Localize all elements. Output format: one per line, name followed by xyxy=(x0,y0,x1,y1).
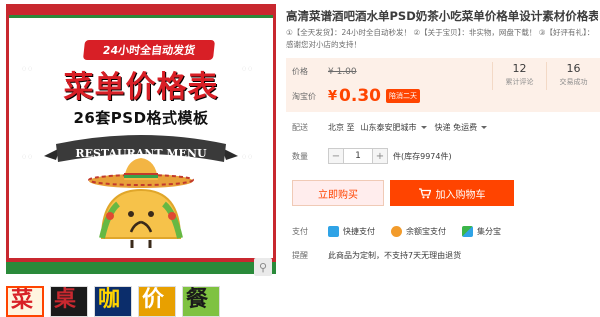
zoom-icon[interactable]: ⚲ xyxy=(254,258,272,276)
promo-badge: 陪消二天 xyxy=(386,89,420,103)
taco-mascot-icon xyxy=(99,188,183,248)
quantity-label: 数量 xyxy=(292,151,308,161)
thumbnail-1[interactable]: 菜 xyxy=(6,286,44,317)
thumbnail-4-glyph: 价 xyxy=(142,287,165,312)
quantity-input[interactable]: 1 xyxy=(344,148,372,164)
chevron-down-icon[interactable] xyxy=(420,126,427,129)
product-detail-panel: 高清菜谱酒吧酒水单PSD奶茶小吃菜单价格单设计素材价格表模板 ①【全天发货】：2… xyxy=(286,0,600,317)
taobao-price-label: 淘宝价 xyxy=(292,91,316,101)
thumbnail-2-glyph: 桌 xyxy=(54,287,77,312)
delivery-row: 配送 北京 至 山东泰安肥城市 快递 免运费 xyxy=(292,122,495,133)
transactions-stat[interactable]: 16 交易成功 xyxy=(546,62,600,90)
transaction-caption: 交易成功 xyxy=(559,78,588,86)
thumbnail-strip: 菜 桌 咖 价 餐 xyxy=(6,286,220,317)
payment-method-label: 快捷支付 xyxy=(343,227,375,236)
payment-method-label: 集分宝 xyxy=(477,227,501,236)
quantity-stepper: − 1 + xyxy=(328,148,388,164)
stock-info: 件(库存9974件) xyxy=(393,151,452,161)
payment-method-jifenbao[interactable]: 集分宝 xyxy=(462,226,501,237)
thumbnail-5[interactable]: 餐 xyxy=(182,286,220,317)
watermark: ◌ ◌ xyxy=(242,154,253,160)
poster-right-border xyxy=(273,4,276,274)
thumbnail-1-glyph: 菜 xyxy=(11,288,34,313)
price-box: 价格 ¥ 1.00 淘宝价 ¥ 0.30 陪消二天 12 累计评论 16 交易成… xyxy=(286,58,600,112)
poster-bottom-border xyxy=(6,258,276,274)
watermark: ◌ ◌ xyxy=(242,66,253,72)
thumbnail-2[interactable]: 桌 xyxy=(50,286,88,317)
delivery-method-select[interactable]: 快递 免运费 xyxy=(435,122,478,133)
main-product-image[interactable]: 24小时全自动发货 菜单价格表 26套PSD格式模板 RESTAURANT ME… xyxy=(6,4,276,274)
image-gallery: 24小时全自动发货 菜单价格表 26套PSD格式模板 RESTAURANT ME… xyxy=(0,0,282,317)
payment-method-quick[interactable]: 快捷支付 xyxy=(328,226,375,237)
thumbnail-4[interactable]: 价 xyxy=(138,286,176,317)
review-count: 12 xyxy=(512,62,527,75)
reminder-text: 此商品为定制，不支持7天无理由退货 xyxy=(328,251,462,260)
quantity-minus-button[interactable]: − xyxy=(328,148,344,164)
original-price: ¥ 1.00 xyxy=(328,66,357,77)
thumbnail-3-glyph: 咖 xyxy=(98,287,121,312)
sales-stats: 12 累计评论 16 交易成功 xyxy=(492,62,600,90)
cart-icon xyxy=(418,187,431,198)
buy-now-button[interactable]: 立即购买 xyxy=(292,180,384,206)
chevron-down-icon[interactable] xyxy=(481,126,488,129)
payment-label: 支付 xyxy=(292,227,308,236)
payment-method-label: 余额宝支付 xyxy=(406,227,446,236)
quantity-plus-button[interactable]: + xyxy=(372,148,388,164)
poster-subheadline: 26套PSD格式模板 xyxy=(73,109,209,127)
taobao-price-row: 淘宝价 ¥ 0.30 陪消二天 xyxy=(292,86,420,106)
poster-top-border xyxy=(6,4,276,18)
add-to-cart-label: 加入购物车 xyxy=(435,189,486,201)
poster-ribbon: 24小时全自动发货 xyxy=(82,40,216,60)
currency-symbol: ¥ xyxy=(328,88,338,104)
review-count-stat[interactable]: 12 累计评论 xyxy=(492,62,546,90)
poster-left-border xyxy=(6,4,9,274)
watermark: ◌ ◌ xyxy=(22,154,33,160)
thumbnail-3[interactable]: 咖 xyxy=(94,286,132,317)
transaction-count: 16 xyxy=(566,62,581,75)
delivery-origin: 北京 至 xyxy=(328,123,355,132)
reminder-label: 提醒 xyxy=(292,251,308,260)
product-description: ①【全天发货】：24小时全自动秒发！ ②【关于宝贝】：非实物，网盘下载！ ③【好… xyxy=(286,28,595,49)
product-title: 高清菜谱酒吧酒水单PSD奶茶小吃菜单价格单设计素材价格表模板 xyxy=(286,9,598,23)
poster-headline: 菜单价格表 xyxy=(63,70,219,105)
quick-pay-icon xyxy=(328,226,339,237)
payment-row: 支付 快捷支付 余额宝支付 集分宝 xyxy=(292,226,517,237)
review-count-caption: 累计评论 xyxy=(505,78,534,86)
price-label: 价格 xyxy=(292,67,308,76)
add-to-cart-button[interactable]: 加入购物车 xyxy=(390,180,514,206)
payment-method-yuebao[interactable]: 余额宝支付 xyxy=(391,226,446,237)
jifenbao-icon xyxy=(462,226,473,237)
current-price: 0.30 xyxy=(339,86,381,106)
yuebao-icon xyxy=(391,226,402,237)
watermark: ◌ ◌ xyxy=(22,66,33,72)
delivery-label: 配送 xyxy=(292,123,308,132)
thumbnail-5-glyph: 餐 xyxy=(186,287,209,312)
quantity-row: 数量 − 1 + 件(库存9974件) xyxy=(292,148,452,164)
original-price-row: 价格 ¥ 1.00 xyxy=(292,66,357,77)
delivery-region-select[interactable]: 山东泰安肥城市 xyxy=(361,122,417,133)
reminder-row: 提醒 此商品为定制，不支持7天无理由退货 xyxy=(292,250,461,261)
